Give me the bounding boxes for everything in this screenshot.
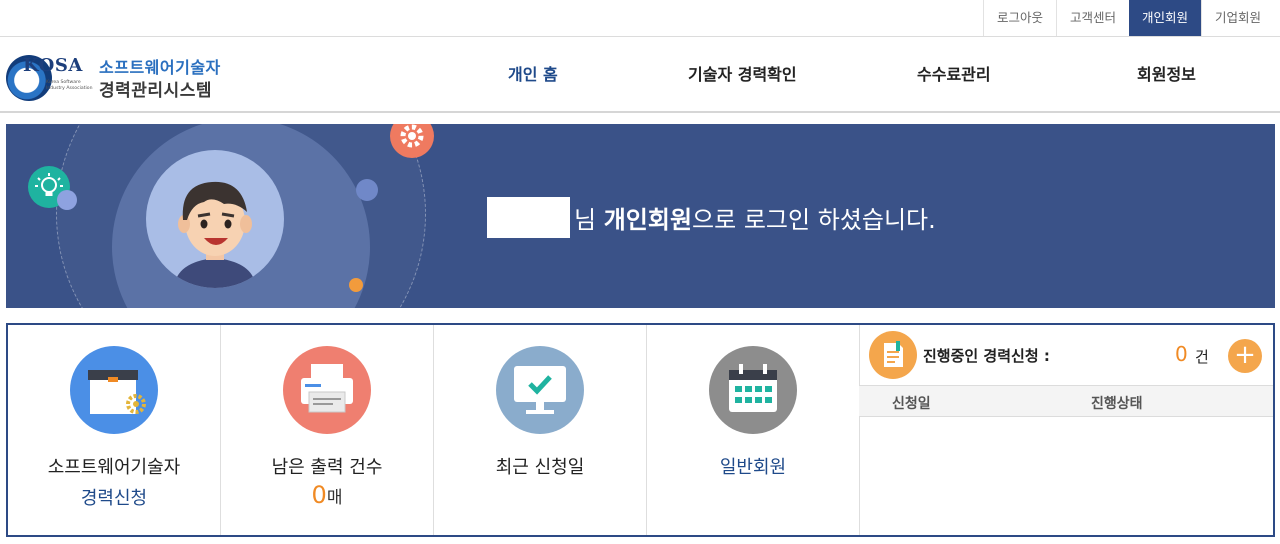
- prints-count: 0: [311, 481, 327, 509]
- prints-unit: 매: [326, 488, 343, 508]
- logo-subtitle: Korea Software Industry Association: [46, 80, 93, 91]
- utility-bar: 로그아웃 고객센터 개인회원 기업회원: [0, 0, 1280, 37]
- calendar-icon: [709, 346, 797, 434]
- in-progress-applications: 진행중인 경력신청 : 0 건 + 신청일 진행상태: [859, 325, 1273, 535]
- decor-dot: [349, 278, 363, 292]
- logo-brand: KOSA: [23, 55, 83, 76]
- logo-title-line2: 경력관리시스템: [99, 81, 212, 101]
- header: KOSA Korea Software Industry Association…: [0, 37, 1280, 113]
- status-count: 0: [1175, 342, 1188, 366]
- card-apply-line2[interactable]: 경력신청: [8, 484, 220, 510]
- card-remaining-prints: 남은 출력 건수 0매: [221, 325, 434, 535]
- logout-link[interactable]: 로그아웃: [982, 0, 1056, 36]
- card-prints-value: 0매: [221, 481, 433, 509]
- card-member-type: 일반회원: [647, 325, 860, 535]
- utility-links: 로그아웃 고객센터 개인회원 기업회원: [982, 0, 1274, 36]
- decor-dot: [57, 190, 77, 210]
- monitor-check-icon: [496, 346, 584, 434]
- welcome-message: 님 개인회원으로 로그인 하셨습니다.: [574, 200, 936, 235]
- welcome-suffix: 님: [574, 206, 604, 234]
- card-recent-apply-date: 최근 신청일: [434, 325, 647, 535]
- customer-center-link[interactable]: 고객센터: [1055, 0, 1129, 36]
- card-apply-line1: 소프트웨어기술자: [47, 457, 181, 478]
- nav-fee-management[interactable]: 수수료관리: [917, 61, 991, 85]
- column-progress-status: 진행상태: [1091, 396, 1143, 412]
- welcome-banner: 님 개인회원으로 로그인 하셨습니다.: [6, 124, 1275, 308]
- card-career-apply[interactable]: 소프트웨어기술자 경력신청: [8, 325, 221, 535]
- personal-member-tab[interactable]: 개인회원: [1128, 0, 1201, 36]
- decor-dot: [356, 179, 378, 201]
- document-icon: [869, 331, 917, 379]
- dashboard-panel: 소프트웨어기술자 경력신청 남은 출력 건수 0매 최근 신청일 일반회원 진행…: [6, 323, 1275, 537]
- card-member-label: 일반회원: [719, 457, 787, 478]
- status-unit: 건: [1195, 348, 1209, 366]
- box-gear-icon: [70, 346, 158, 434]
- site-logo[interactable]: KOSA Korea Software Industry Association…: [6, 53, 236, 103]
- user-name-redacted: [487, 197, 570, 238]
- plus-icon: +: [1234, 340, 1256, 370]
- status-table-header: 신청일 진행상태: [859, 385, 1273, 417]
- welcome-member-type: 개인회원: [603, 206, 693, 234]
- nav-member-info[interactable]: 회원정보: [1137, 61, 1196, 85]
- nav-career-verify[interactable]: 기술자 경력확인: [688, 61, 797, 85]
- logo-title-line1: 소프트웨어기술자: [99, 58, 221, 77]
- status-title: 진행중인 경력신청 :: [923, 347, 1050, 365]
- gear-icon: [390, 124, 434, 158]
- printer-icon: [283, 346, 371, 434]
- card-recent-label: 최근 신청일: [495, 457, 585, 478]
- corporate-member-tab[interactable]: 기업회원: [1200, 0, 1274, 36]
- nav-personal-home[interactable]: 개인 홈: [508, 61, 558, 85]
- add-button[interactable]: +: [1228, 339, 1262, 373]
- column-apply-date: 신청일: [892, 396, 931, 412]
- user-avatar-icon: [146, 150, 284, 288]
- welcome-rest: 으로 로그인 하셨습니다.: [692, 206, 936, 234]
- card-prints-label: 남은 출력 건수: [271, 457, 383, 478]
